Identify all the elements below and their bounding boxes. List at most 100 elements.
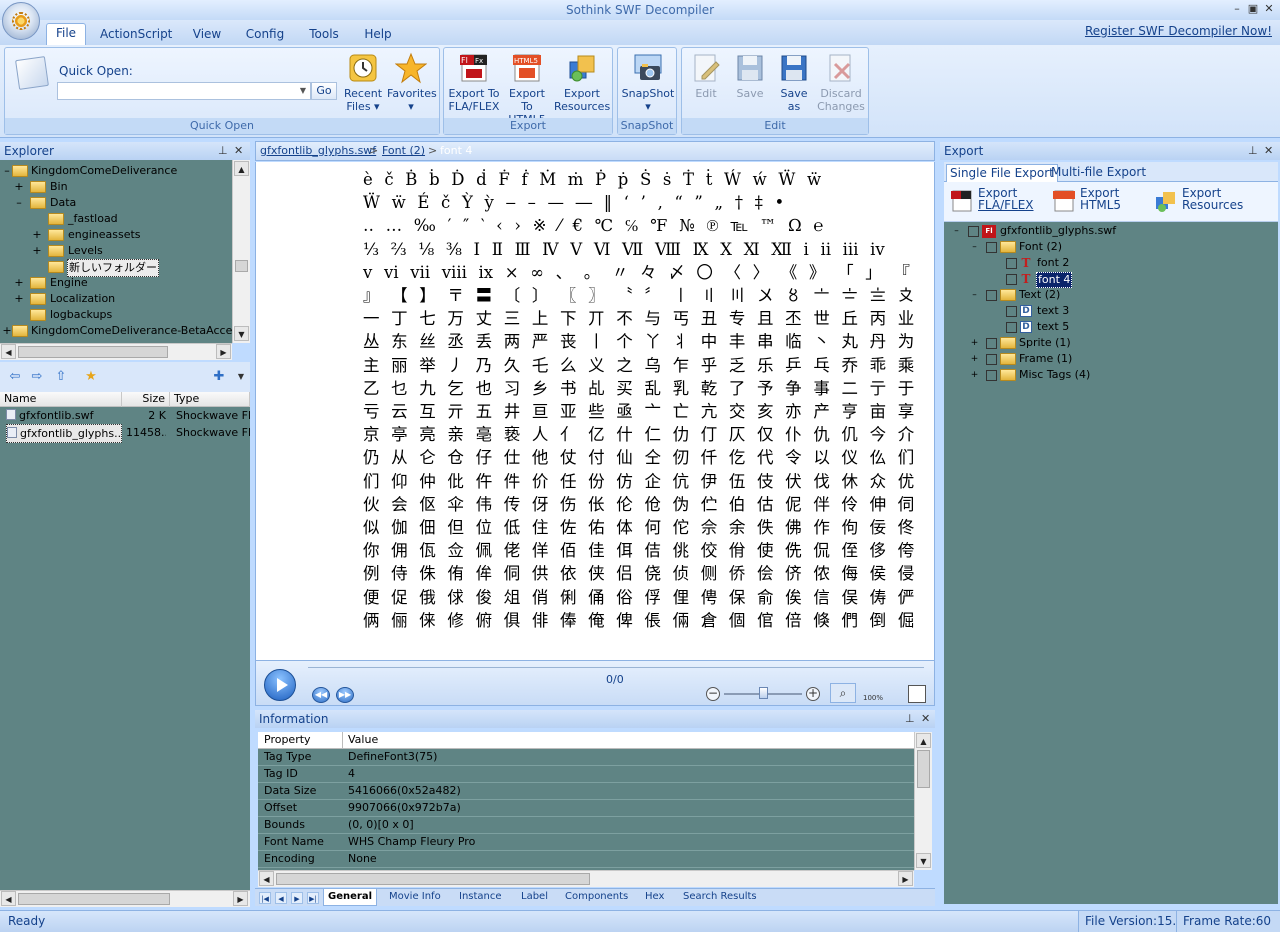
tab-label[interactable]: Label (517, 889, 552, 906)
go-button[interactable]: Go (311, 82, 337, 100)
checkbox[interactable] (986, 290, 997, 301)
pin-icon[interactable]: ⊥ (905, 710, 915, 728)
breadcrumb-folder[interactable]: Font (2) (382, 142, 425, 160)
previous-tab-icon[interactable]: ◀ (275, 892, 287, 904)
menu-help[interactable]: Help (362, 25, 394, 45)
menu-tools[interactable]: Tools (306, 25, 342, 45)
tree-collapse-icon[interactable]: – (952, 227, 961, 236)
fit-to-window-icon[interactable]: ⌕ (830, 683, 856, 703)
snapshot-button[interactable]: SnapShot ▾ (620, 52, 676, 113)
scroll-right-icon[interactable]: ▶ (898, 871, 913, 886)
tree-collapse-icon[interactable]: – (2, 163, 12, 179)
checkbox[interactable] (1006, 274, 1017, 285)
checkbox[interactable] (986, 242, 997, 253)
tree-item-engine[interactable]: + Engine (0, 275, 232, 291)
close-icon[interactable]: ✕ (234, 142, 243, 160)
timeline-track[interactable] (308, 667, 924, 671)
export-tree-text-group[interactable]: – Text (2) (944, 287, 1274, 303)
file-list-horizontal-scrollbar[interactable]: ◀ ▶ (0, 890, 250, 907)
tree-item-bin[interactable]: + Bin (0, 179, 232, 195)
value-column-header[interactable]: Value (342, 732, 378, 748)
export-tree-root[interactable]: – Fl gfxfontlib_glyphs.swf (944, 223, 1274, 239)
tree-item-logbackups[interactable]: logbackups (0, 307, 232, 323)
restore-button[interactable]: ▣ (1246, 2, 1260, 16)
export-tree[interactable]: – Fl gfxfontlib_glyphs.swf – Font (2) T … (944, 222, 1278, 904)
export-resources-button[interactable]: Export Resources (1154, 187, 1254, 217)
tree-item-betaaccess[interactable]: + KingdomComeDeliverance-BetaAccess (0, 323, 232, 339)
add-icon[interactable]: ✚ (212, 370, 226, 384)
export-tree-frame[interactable]: + Frame (1) (944, 351, 1274, 367)
first-tab-icon[interactable]: |◀ (259, 892, 271, 904)
export-resources-button[interactable]: Export Resources (554, 52, 610, 113)
play-button[interactable] (264, 669, 296, 701)
column-name-header[interactable]: Name (0, 392, 122, 407)
tree-expand-icon[interactable]: + (970, 339, 979, 348)
pin-icon[interactable]: ⊥ (218, 142, 228, 160)
export-fla-flex-button[interactable]: Export FLA/FLEX (950, 187, 1040, 217)
app-menu-orb-icon[interactable] (2, 2, 40, 40)
next-tab-icon[interactable]: ▶ (291, 892, 303, 904)
quick-open-input[interactable] (57, 82, 311, 100)
tree-item-fastload[interactable]: _fastload (0, 211, 232, 227)
scroll-down-icon[interactable]: ▼ (234, 326, 249, 341)
recent-files-button[interactable]: Recent Files ▾ (343, 52, 383, 113)
tab-single-file-export[interactable]: Single File Export (946, 164, 1058, 182)
actual-size-icon[interactable]: 100% (860, 683, 886, 703)
scroll-up-icon[interactable]: ▲ (916, 733, 931, 748)
tree-collapse-icon[interactable]: – (14, 195, 24, 211)
scroll-right-icon[interactable]: ▶ (233, 891, 248, 906)
forward-icon[interactable]: ⇨ (30, 370, 44, 384)
scroll-thumb[interactable] (235, 260, 248, 272)
export-tree-font-4[interactable]: T font 4 (944, 271, 1274, 288)
tree-expand-icon[interactable]: + (2, 323, 12, 339)
information-vertical-scrollbar[interactable]: ▲ ▼ (914, 732, 932, 870)
tab-instance[interactable]: Instance (455, 889, 506, 906)
scroll-down-icon[interactable]: ▼ (916, 853, 931, 868)
tree-collapse-icon[interactable]: – (970, 291, 979, 300)
export-tree-text-5[interactable]: D text 5 (944, 319, 1274, 335)
tree-expand-icon[interactable]: + (14, 179, 24, 195)
scroll-up-icon[interactable]: ▲ (234, 161, 249, 176)
tab-search-results[interactable]: Search Results (679, 889, 761, 906)
tab-movie-info[interactable]: Movie Info (385, 889, 445, 906)
up-folder-icon[interactable]: ⇧ (54, 370, 68, 384)
scroll-left-icon[interactable]: ◀ (259, 871, 274, 886)
explorer-vertical-scrollbar[interactable]: ▲ ▼ (232, 160, 250, 343)
scroll-thumb[interactable] (276, 873, 590, 885)
tree-item-localization[interactable]: + Localization (0, 291, 232, 307)
fast-forward-icon[interactable]: ▶▶ (336, 687, 354, 703)
close-icon[interactable]: ✕ (921, 710, 930, 728)
property-column-header[interactable]: Property (264, 732, 311, 748)
export-tree-misc-tags[interactable]: + Misc Tags (4) (944, 367, 1274, 383)
column-type-header[interactable]: Type (170, 392, 250, 407)
menu-config[interactable]: Config (244, 25, 286, 45)
checkbox[interactable] (986, 354, 997, 365)
tree-expand-icon[interactable]: + (14, 275, 24, 291)
file-row[interactable]: gfxfontlib.swf 2 K Shockwave Fl... (0, 407, 250, 424)
scroll-left-icon[interactable]: ◀ (1, 891, 16, 906)
export-tree-font-group[interactable]: – Font (2) (944, 239, 1274, 255)
checkbox[interactable] (1006, 258, 1017, 269)
last-tab-icon[interactable]: ▶| (307, 892, 319, 904)
scroll-left-icon[interactable]: ◀ (1, 344, 16, 359)
tree-expand-icon[interactable]: + (32, 243, 42, 259)
chevron-down-icon[interactable]: ▼ (297, 83, 309, 99)
menu-file[interactable]: File (46, 23, 86, 45)
tree-item-levels[interactable]: + Levels (0, 243, 232, 259)
checkbox[interactable] (968, 226, 979, 237)
menu-view[interactable]: View (190, 25, 224, 45)
checkbox[interactable] (986, 370, 997, 381)
checkbox[interactable] (1006, 306, 1017, 317)
tab-hex[interactable]: Hex (641, 889, 668, 906)
tree-expand-icon[interactable]: + (14, 291, 24, 307)
column-size-header[interactable]: Size (122, 392, 170, 407)
export-html5-button[interactable]: Export HTML5 (1052, 187, 1132, 217)
favorites-button[interactable]: Favorites ▾ (387, 52, 437, 113)
checkbox[interactable] (986, 338, 997, 349)
discard-changes-button[interactable]: Discard Changes (816, 52, 866, 113)
zoom-in-icon[interactable]: + (806, 687, 820, 701)
explorer-horizontal-scrollbar[interactable]: ◀ ▶ (0, 343, 232, 360)
menu-actionscript[interactable]: ActionScript (100, 25, 172, 45)
checkbox[interactable] (1006, 322, 1017, 333)
tree-expand-icon[interactable]: + (32, 227, 42, 243)
